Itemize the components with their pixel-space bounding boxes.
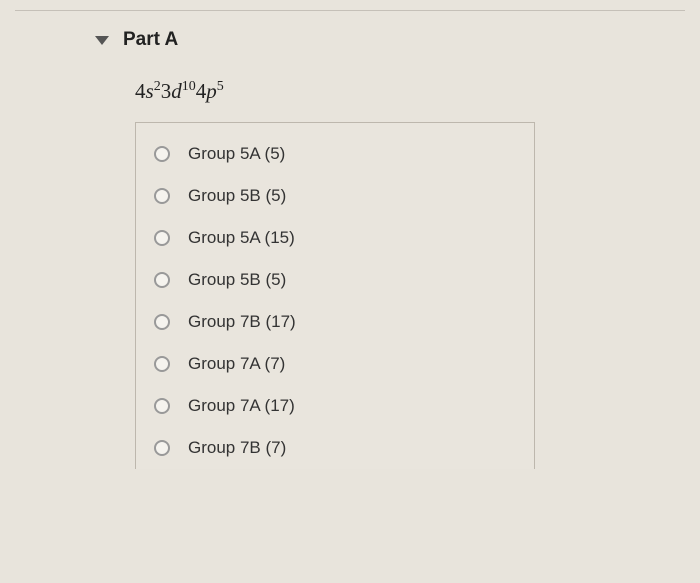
- option-label: Group 5B (5): [188, 186, 286, 206]
- radio-icon: [154, 398, 170, 414]
- radio-icon: [154, 356, 170, 372]
- option-row[interactable]: Group 7A (7): [136, 343, 534, 385]
- radio-icon: [154, 272, 170, 288]
- part-title: Part A: [123, 29, 178, 51]
- radio-icon: [154, 230, 170, 246]
- radio-icon: [154, 440, 170, 456]
- option-row[interactable]: Group 5B (5): [136, 259, 534, 301]
- option-label: Group 7A (7): [188, 354, 285, 374]
- radio-icon: [154, 188, 170, 204]
- option-row[interactable]: Group 5A (5): [136, 133, 534, 175]
- option-label: Group 7A (17): [188, 396, 295, 416]
- option-label: Group 5A (5): [188, 144, 285, 164]
- option-label: Group 5B (5): [188, 270, 286, 290]
- option-row[interactable]: Group 5B (5): [136, 175, 534, 217]
- option-row[interactable]: Group 7A (17): [136, 385, 534, 427]
- top-divider: [15, 10, 685, 11]
- option-label: Group 5A (15): [188, 228, 295, 248]
- option-row[interactable]: Group 7B (17): [136, 301, 534, 343]
- option-row[interactable]: Group 5A (15): [136, 217, 534, 259]
- part-header[interactable]: Part A: [0, 29, 700, 51]
- radio-icon: [154, 314, 170, 330]
- option-row[interactable]: Group 7B (7): [136, 427, 534, 469]
- option-label: Group 7B (7): [188, 438, 286, 458]
- electron-configuration: 4s23d104p5: [0, 79, 700, 104]
- option-label: Group 7B (17): [188, 312, 296, 332]
- chevron-down-icon: [95, 36, 109, 45]
- radio-icon: [154, 146, 170, 162]
- options-container: Group 5A (5) Group 5B (5) Group 5A (15) …: [135, 122, 535, 469]
